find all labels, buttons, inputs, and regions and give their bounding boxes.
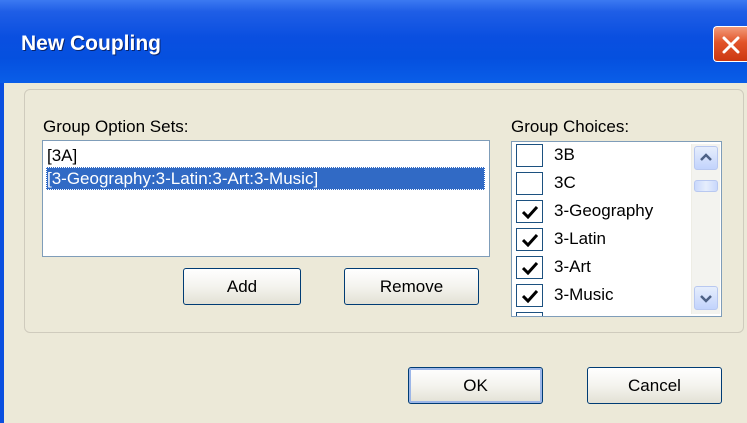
remove-button[interactable]: Remove (344, 268, 479, 305)
scroll-down-button[interactable] (694, 286, 718, 310)
title-bar[interactable]: New Coupling (0, 0, 747, 83)
choice-label: 3-Music (554, 285, 614, 304)
choice-label: 3C (554, 173, 576, 192)
choice-item-3b[interactable]: 3B (516, 142, 691, 170)
option-sets-label: Group Option Sets: (43, 117, 189, 136)
cancel-button[interactable]: Cancel (587, 367, 722, 404)
checkmark-icon (522, 289, 538, 303)
checkbox[interactable] (516, 144, 543, 167)
choice-item-3c[interactable]: 3C (516, 170, 691, 198)
choice-label: 3-Latin (554, 229, 606, 248)
chevron-down-icon (700, 295, 712, 303)
ok-button[interactable]: OK (408, 367, 543, 404)
checkmark-icon (522, 233, 538, 247)
choice-label: 3B (554, 145, 575, 164)
add-button[interactable]: Add (183, 268, 301, 305)
scroll-up-button[interactable] (694, 146, 718, 170)
close-button[interactable] (713, 26, 747, 62)
choices-scrollbar[interactable] (691, 144, 720, 314)
checkbox[interactable] (516, 256, 543, 279)
choice-label: 3-Geography (554, 201, 654, 220)
checkbox[interactable] (516, 172, 543, 195)
checkbox[interactable] (516, 284, 543, 307)
dialog-window: New Coupling Group Option Sets: [3A] [3-… (0, 0, 747, 423)
checkmark-icon (522, 205, 538, 219)
checkbox-partial[interactable] (516, 312, 543, 316)
choice-item-3-latin[interactable]: 3-Latin (516, 226, 691, 254)
window-frame (0, 83, 4, 423)
choice-label: 3-Art (554, 257, 591, 276)
option-sets-list[interactable]: [3A] [3-Geography:3-Latin:3-Art:3-Music] (42, 140, 490, 257)
window-title: New Coupling (21, 32, 161, 55)
option-set-item-selected[interactable]: [3-Geography:3-Latin:3-Art:3-Music] (46, 167, 485, 190)
chevron-up-icon (700, 153, 712, 161)
choices-label: Group Choices: (511, 117, 630, 136)
checkbox[interactable] (516, 200, 543, 223)
scroll-thumb[interactable] (694, 180, 718, 192)
choice-item-3-music[interactable]: 3-Music (516, 282, 691, 310)
checkbox[interactable] (516, 228, 543, 251)
close-icon (722, 36, 740, 54)
choice-item-3-art[interactable]: 3-Art (516, 254, 691, 282)
choice-item-3-geography[interactable]: 3-Geography (516, 198, 691, 226)
checkmark-icon (522, 261, 538, 275)
option-set-item[interactable]: [3A] (46, 144, 485, 167)
